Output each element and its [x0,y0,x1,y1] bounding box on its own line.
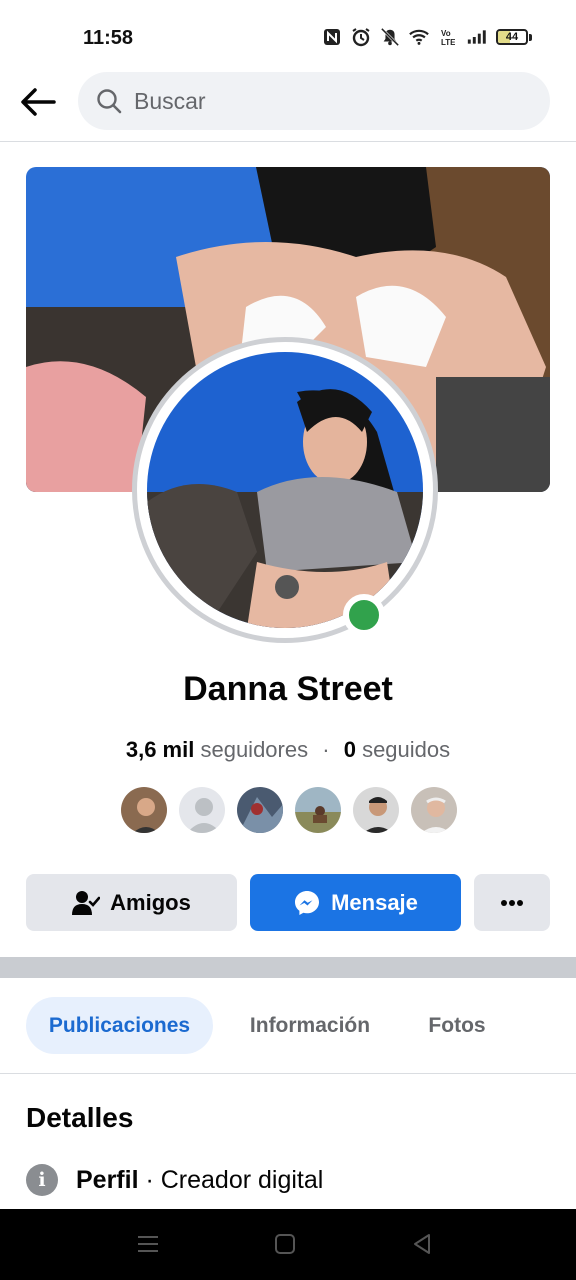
back-button[interactable] [18,82,58,122]
search-input[interactable]: Buscar [78,72,550,130]
friend-check-icon [72,890,101,915]
battery-level: 44 [505,31,519,43]
following-count[interactable]: 0 [344,737,356,762]
friend-avatar[interactable] [119,785,169,835]
nfc-icon [322,26,342,48]
volte-icon: Vo LTE [438,26,458,48]
friend-avatar-placeholder[interactable] [177,785,227,835]
arrow-left-icon [21,88,56,116]
search-icon [97,89,122,114]
alarm-icon [351,26,371,48]
profile-avatar[interactable] [132,337,438,643]
back-triangle-icon [414,1234,430,1254]
tab-fotos[interactable]: Fotos [408,997,506,1054]
info-icon: i [26,1164,58,1196]
message-button[interactable]: Mensaje [250,874,461,931]
stats-separator: · [322,737,330,762]
friend-avatar[interactable] [351,785,401,835]
signal-icon [467,26,487,48]
message-button-label: Mensaje [331,889,418,915]
friends-button[interactable]: Amigos [26,874,237,931]
tab-publicaciones[interactable]: Publicaciones [26,997,213,1054]
more-dots-icon [501,899,523,906]
svg-text:LTE: LTE [441,38,455,47]
detail-value: · Creador digital [138,1165,324,1194]
mutual-friends-row[interactable] [119,785,459,835]
menu-lines-icon [138,1236,158,1252]
friend-avatar[interactable] [235,785,285,835]
section-divider [0,957,576,978]
home-square-icon [275,1234,295,1254]
detail-row-profile: i Perfil · Creador digital [26,1164,323,1196]
detail-label: Perfil [76,1165,139,1194]
followers-count[interactable]: 3,6 mil [126,737,194,762]
avatar [147,352,423,628]
friend-avatar[interactable] [293,785,343,835]
tab-informacion[interactable]: Información [229,997,391,1054]
wifi-icon [409,26,429,48]
battery-icon: 44 [496,29,532,45]
messenger-icon [295,890,320,915]
status-icons: Vo LTE 44 [322,26,532,48]
friend-avatar[interactable] [409,785,459,835]
system-back-button[interactable] [407,1231,437,1257]
profile-actions: Amigos Mensaje [26,874,550,931]
detail-text: Perfil · Creador digital [76,1166,323,1195]
profile-name: Danna Street [183,670,393,708]
details-title: Detalles [26,1102,134,1133]
system-nav-bar [0,1209,576,1280]
home-button[interactable] [270,1231,300,1257]
followers-label[interactable]: seguidores [200,737,308,762]
app-header: Buscar [0,64,576,142]
recent-apps-button[interactable] [133,1231,163,1257]
profile-tabs: Publicaciones Información Fotos [0,978,576,1074]
online-status-indicator [343,594,385,636]
status-bar: 11:58 Vo LTE 44 [0,0,576,64]
friends-button-label: Amigos [110,889,191,915]
follow-stats: 3,6 mil seguidores · 0 seguidos [0,737,576,763]
following-label[interactable]: seguidos [362,737,450,762]
status-time: 11:58 [83,27,134,49]
svg-text:Vo: Vo [441,29,451,38]
more-options-button[interactable] [474,874,550,931]
search-placeholder: Buscar [134,87,206,114]
mute-icon [380,26,400,48]
